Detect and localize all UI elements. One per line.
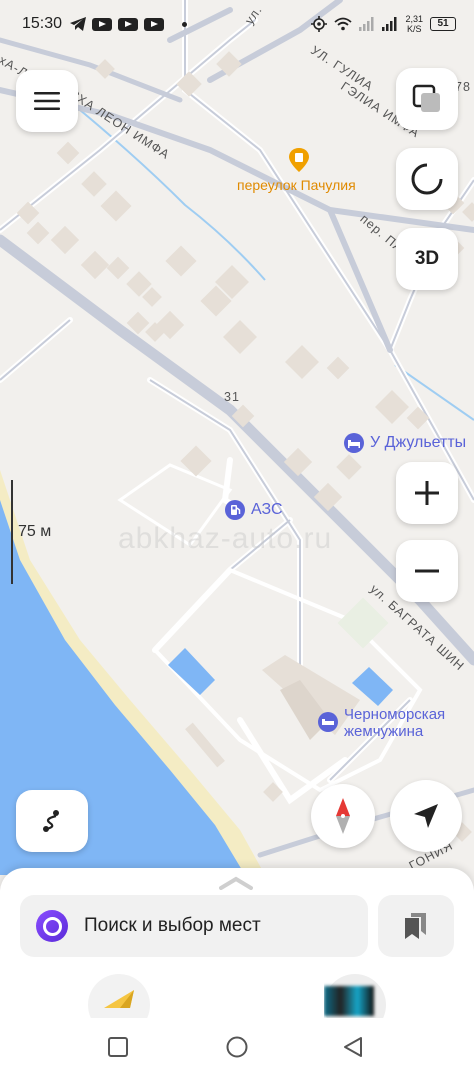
poi-hotel1-label: У Джульетты xyxy=(370,434,467,451)
layers-button[interactable] xyxy=(396,68,458,130)
menu-button[interactable] xyxy=(16,70,78,132)
signal-icon xyxy=(382,17,397,31)
poi-gas-label: АЗС xyxy=(251,501,283,518)
telegram-icon xyxy=(70,17,87,31)
system-icons: 2,31 K/S 51 xyxy=(311,14,456,34)
3d-button[interactable]: 3D xyxy=(396,228,458,290)
poi-gas-station[interactable]: АЗС xyxy=(225,500,283,520)
circle-icon xyxy=(411,163,443,195)
back-icon[interactable] xyxy=(344,1037,362,1057)
compass-icon xyxy=(336,798,350,834)
youtube-icon xyxy=(118,17,139,31)
status-bar: 15:30 2,31 K/S 51 xyxy=(0,0,474,48)
bed-icon xyxy=(344,433,364,453)
navigator-arrow-icon xyxy=(104,990,134,1008)
notification-icons xyxy=(70,17,188,31)
mode-button[interactable] xyxy=(396,148,458,210)
chevron-up-icon[interactable] xyxy=(219,876,253,890)
search-bar[interactable]: Поиск и выбор мест xyxy=(20,895,368,957)
wifi-icon xyxy=(334,17,353,31)
3d-label: 3D xyxy=(414,248,440,269)
house-number-31: 31 xyxy=(224,390,240,404)
layers-icon xyxy=(412,84,440,112)
more-dot-icon xyxy=(182,21,188,27)
poi-hotel1[interactable]: У Джульетты xyxy=(344,433,466,453)
hamburger-icon xyxy=(34,92,60,110)
status-time: 15:30 xyxy=(22,15,63,32)
shortcut-thumbnail[interactable] xyxy=(324,974,386,1018)
poi-hotel2-label-line2: жемчужина xyxy=(344,723,424,740)
youtube-icon xyxy=(144,17,165,31)
locate-me-button[interactable] xyxy=(390,780,462,852)
bookmarks-button[interactable] xyxy=(378,895,454,957)
bookmarks-icon xyxy=(405,913,426,939)
plus-icon xyxy=(415,481,439,505)
location-icon xyxy=(311,16,328,32)
youtube-icon xyxy=(92,17,113,31)
battery-icon: 51 xyxy=(430,17,456,31)
system-nav-bar xyxy=(0,1018,474,1080)
signal-icon xyxy=(359,17,374,31)
minus-icon xyxy=(415,569,439,573)
poi-hotel2-label-line1: Черноморская xyxy=(344,706,446,723)
route-button[interactable] xyxy=(16,790,88,852)
net-speed-value: 2,31 xyxy=(405,14,423,24)
poi-lane-pin[interactable] xyxy=(289,148,309,172)
watermark-text: abkhaz-auto.ru xyxy=(118,522,333,555)
poi-lane-label[interactable]: переулок Пачулия xyxy=(237,177,356,193)
navigate-arrow-icon xyxy=(414,804,438,828)
scale-label: 75 м xyxy=(18,523,52,540)
net-speed: 2,31 K/S xyxy=(405,14,423,34)
poi-hotel2[interactable]: Черноморская жемчужина xyxy=(318,706,445,740)
thumbnail-image xyxy=(324,986,374,1016)
fuel-icon xyxy=(225,500,245,520)
pin-icon xyxy=(289,148,309,172)
net-speed-unit: K/S xyxy=(406,24,422,34)
compass-button[interactable] xyxy=(311,784,375,848)
bed-icon xyxy=(318,712,338,732)
search-placeholder[interactable]: Поиск и выбор мест xyxy=(84,915,261,937)
shortcut-navigator[interactable] xyxy=(88,974,150,1018)
recents-icon[interactable] xyxy=(108,1037,128,1057)
zoom-out-button[interactable] xyxy=(396,540,458,602)
zoom-in-button[interactable] xyxy=(396,462,458,524)
route-icon xyxy=(43,810,59,832)
alice-icon[interactable] xyxy=(36,910,68,942)
home-icon[interactable] xyxy=(226,1036,248,1058)
